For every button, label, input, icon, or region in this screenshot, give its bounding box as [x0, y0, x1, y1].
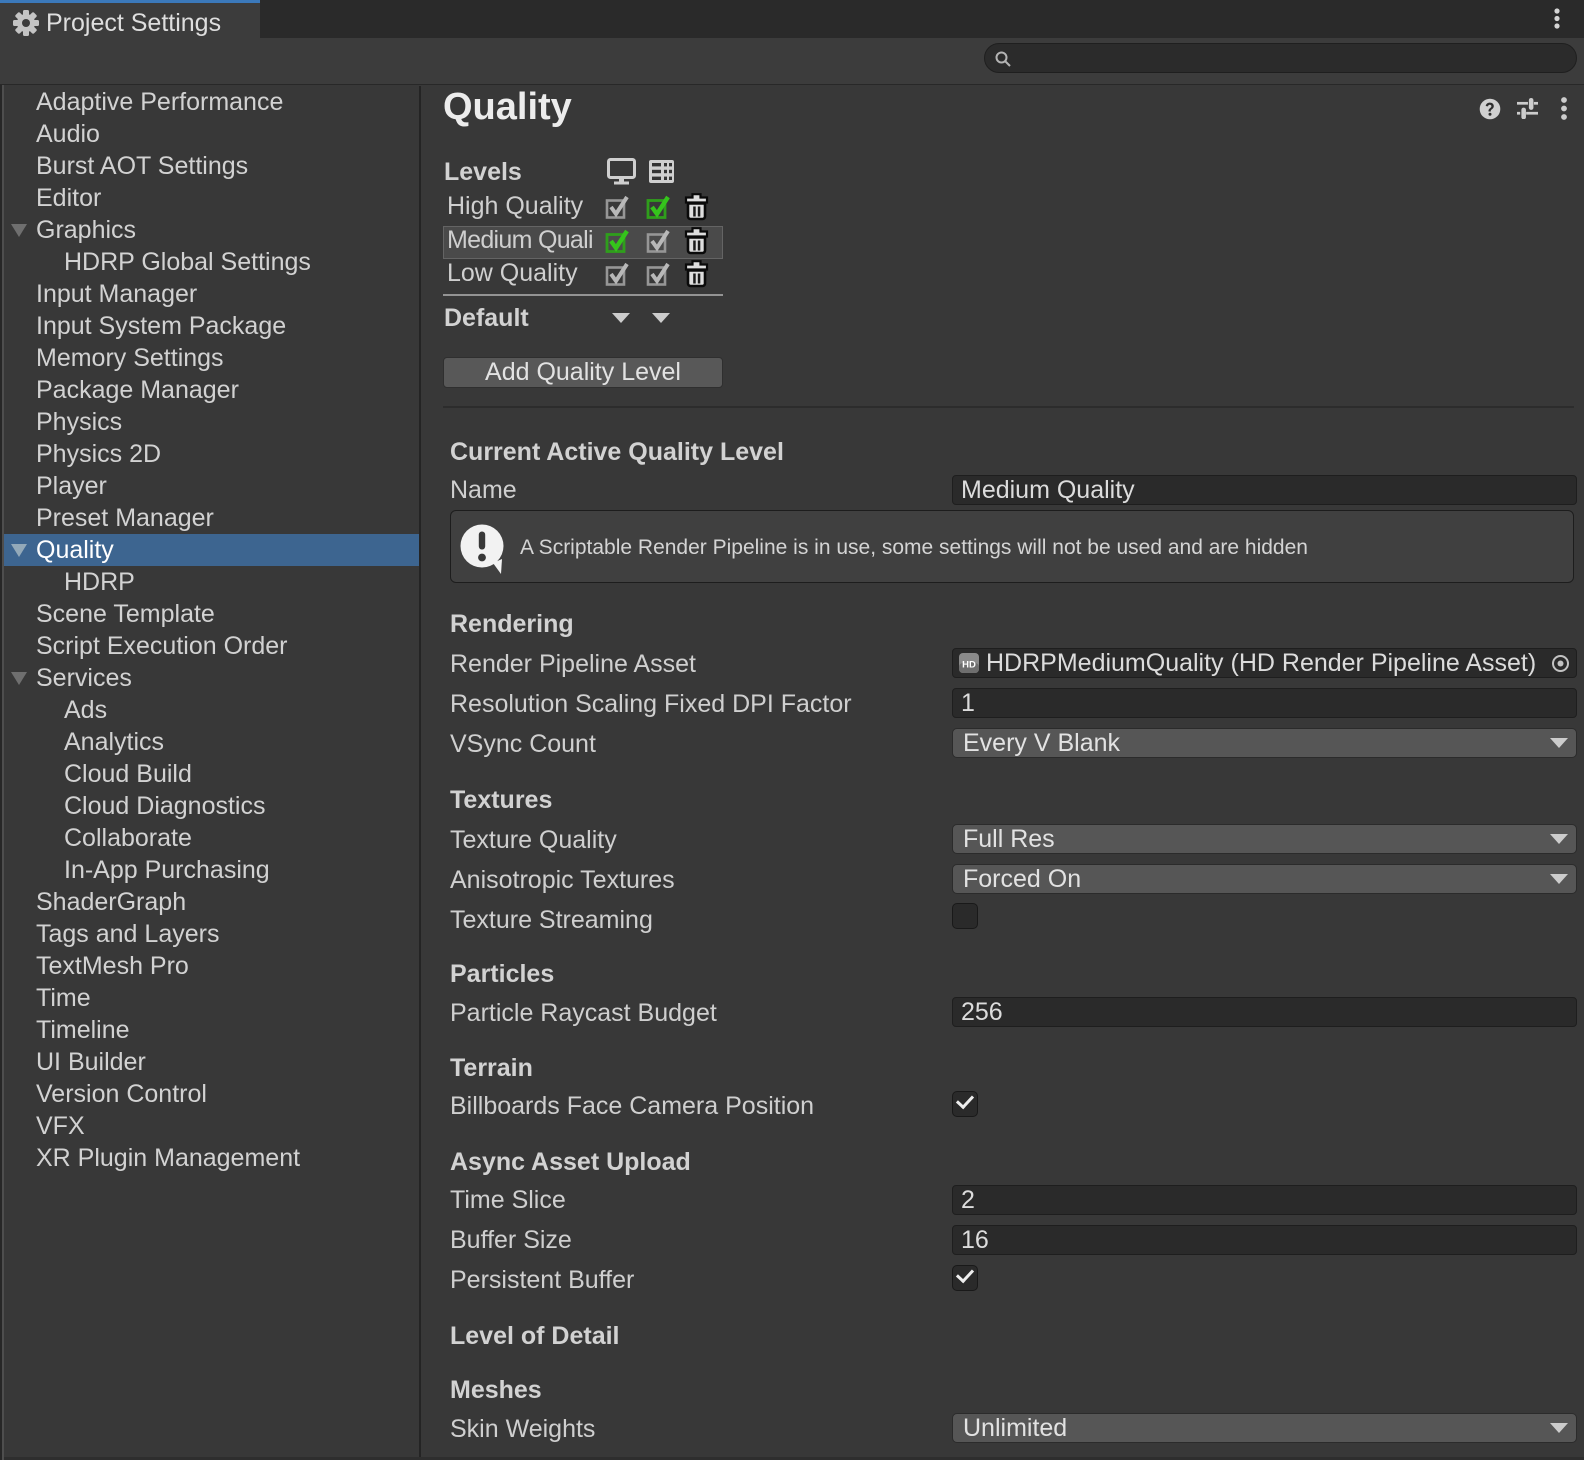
svg-text:HD: HD	[962, 660, 976, 671]
